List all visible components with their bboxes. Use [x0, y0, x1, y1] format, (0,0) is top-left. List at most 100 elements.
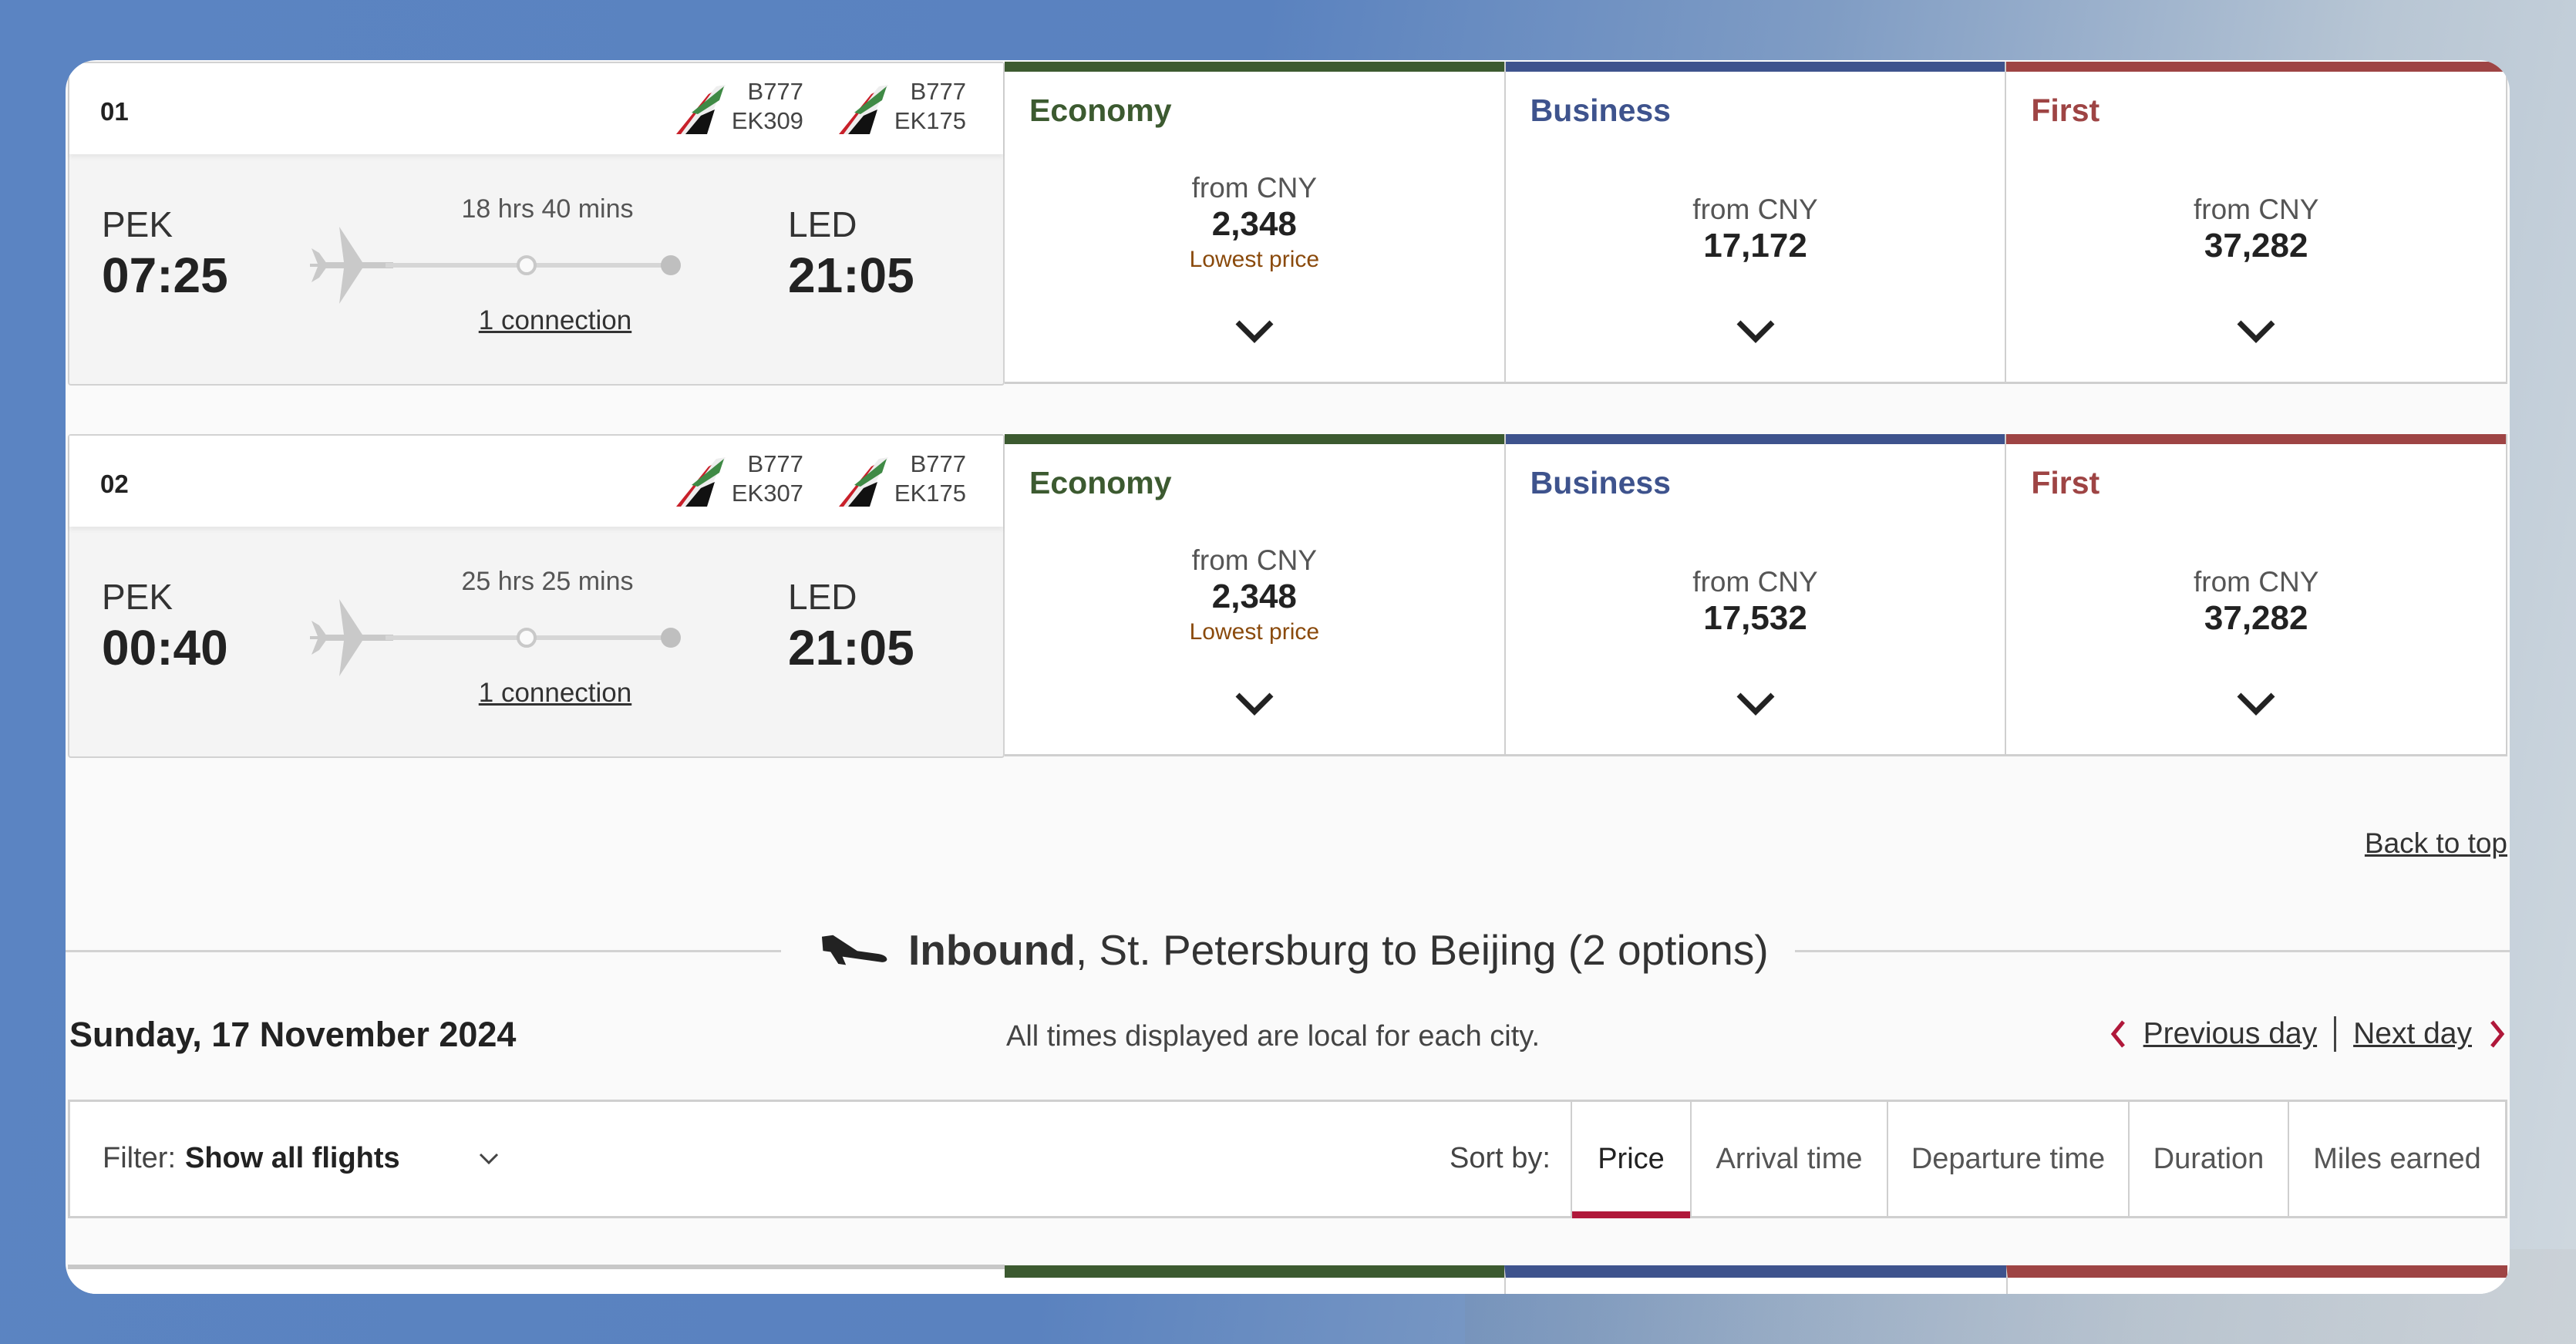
destination-airport: LED [788, 577, 857, 617]
connection-stop [517, 255, 537, 275]
departure-time: 07:25 [102, 248, 228, 303]
flight-segment: B777 EK307 [670, 450, 803, 508]
chevron-down-icon[interactable] [1734, 316, 1777, 344]
fare-options [1005, 1265, 2507, 1294]
fare-business[interactable]: Business from CNY 17,172 [1504, 62, 2005, 382]
emirates-tail-icon [838, 85, 888, 134]
flight-summary[interactable] [68, 1265, 1005, 1294]
lowest-price-badge: Lowest price [1189, 619, 1320, 645]
emirates-tail-icon [675, 457, 726, 507]
day-navigation: Previous day Next day [2110, 1016, 2506, 1052]
back-to-top-link[interactable]: Back to top [2365, 827, 2507, 860]
fare-class-label: Business [1530, 93, 1671, 128]
inbound-flight-option-partial[interactable] [68, 1265, 2507, 1294]
fare-price: 2,348 [1211, 205, 1297, 243]
from-currency: from CNY [1191, 172, 1318, 204]
fare-first[interactable]: First from CNY 37,282 [2005, 434, 2507, 754]
connection-link[interactable]: 1 connection [439, 305, 671, 336]
business-color-bar [1505, 434, 2005, 444]
fare-economy[interactable]: Economy from CNY 2,348 Lowest price [1005, 62, 1504, 382]
departure-time: 00:40 [102, 620, 228, 675]
flight-number: EK307 [731, 480, 803, 507]
sort-tab-price[interactable]: Price [1571, 1102, 1690, 1218]
sort-tab-miles-earned[interactable]: Miles earned [2288, 1102, 2505, 1216]
flight-number: EK309 [731, 107, 803, 134]
filter-dropdown[interactable]: Filter: Show all flights [103, 1142, 500, 1175]
chevron-right-icon[interactable] [2489, 1019, 2506, 1049]
route-timeline [310, 227, 681, 304]
fare-options: Economy from CNY 2,348 Lowest price Busi… [1005, 434, 2507, 756]
fare-economy[interactable] [1005, 1265, 1505, 1294]
plane-landing-icon [821, 935, 887, 965]
chevron-down-icon[interactable] [477, 1151, 500, 1167]
flight-option-02[interactable]: 02 B777 EK307 B777 EK175 PEK 00:40 25 hr… [68, 434, 2507, 760]
fare-economy[interactable]: Economy from CNY 2,348 Lowest price [1005, 434, 1504, 754]
arrival-time: 21:05 [788, 620, 914, 675]
route-timeline [310, 599, 681, 676]
fare-business[interactable] [1504, 1265, 2006, 1294]
aircraft-type: B777 [747, 450, 803, 477]
option-number: 02 [100, 470, 129, 498]
flight-summary-header: 02 B777 EK307 B777 EK175 [69, 436, 1003, 527]
origin-airport: PEK [102, 204, 173, 244]
emirates-tail-icon [838, 457, 888, 507]
separator [2334, 1016, 2337, 1052]
business-color-bar [1505, 62, 2005, 72]
chevron-down-icon[interactable] [1734, 689, 1777, 716]
chevron-down-icon[interactable] [1233, 316, 1276, 344]
aircraft-type: B777 [910, 450, 966, 477]
flight-summary[interactable]: 02 B777 EK307 B777 EK175 PEK 00:40 25 hr… [68, 434, 1005, 758]
flight-option-01[interactable]: 01 B777 EK309 B777 EK175 PEK 07:25 18 hr… [68, 62, 2507, 387]
filter-label: Filter: [103, 1142, 176, 1174]
sort-tabs: Price Arrival time Departure time Durati… [1571, 1102, 2505, 1218]
fare-class-label: Economy [1029, 465, 1172, 500]
flight-summary-header: 01 B777 EK309 B777 EK175 [69, 63, 1003, 154]
fare-class-label: First [2031, 465, 2100, 500]
inbound-date: Sunday, 17 November 2024 [69, 1015, 517, 1054]
flight-number: EK175 [894, 107, 966, 134]
next-day-link[interactable]: Next day [2353, 1017, 2472, 1051]
option-number: 01 [100, 97, 129, 126]
inbound-label: Inbound [908, 926, 1076, 974]
aircraft-type: B777 [910, 78, 966, 105]
sort-tab-departure-time[interactable]: Departure time [1887, 1102, 2128, 1216]
inbound-section-header: Inbound, St. Petersburg to Beijing (2 op… [66, 919, 2510, 981]
chevron-down-icon[interactable] [1233, 689, 1276, 716]
connection-link[interactable]: 1 connection [439, 678, 671, 709]
origin-airport: PEK [102, 577, 173, 617]
sort-tab-arrival-time[interactable]: Arrival time [1690, 1102, 1887, 1216]
fare-first[interactable] [2005, 1265, 2507, 1294]
from-currency: from CNY [2193, 566, 2319, 598]
flight-segments: B777 EK307 B777 EK175 [670, 450, 966, 508]
fare-price: 37,282 [2204, 599, 2308, 637]
fare-first[interactable]: First from CNY 37,282 [2005, 62, 2507, 382]
sort-tab-duration[interactable]: Duration [2128, 1102, 2288, 1216]
chevron-down-icon[interactable] [2234, 689, 2278, 716]
fare-options: Economy from CNY 2,348 Lowest price Busi… [1005, 62, 2507, 384]
economy-color-bar [1005, 434, 1504, 444]
first-color-bar [2006, 62, 2507, 72]
inbound-route: , St. Petersburg to Beijing (2 options) [1075, 926, 1769, 974]
fare-class-label: Economy [1029, 93, 1172, 128]
flight-segments: B777 EK309 B777 EK175 [670, 77, 966, 136]
economy-color-bar [1005, 62, 1504, 72]
flight-results-panel: 01 B777 EK309 B777 EK175 PEK 07:25 18 hr… [66, 60, 2510, 1294]
divider [66, 950, 781, 952]
from-currency: from CNY [1692, 566, 1818, 598]
flight-duration: 25 hrs 25 mins [461, 567, 634, 596]
fare-business[interactable]: Business from CNY 17,532 [1504, 434, 2005, 754]
chevron-left-icon[interactable] [2110, 1019, 2126, 1049]
chevron-down-icon[interactable] [2234, 316, 2278, 344]
destination-dot [661, 628, 681, 648]
fare-price: 37,282 [2204, 227, 2308, 264]
previous-day-link[interactable]: Previous day [2143, 1017, 2317, 1051]
local-times-note: All times displayed are local for each c… [1006, 1020, 1541, 1053]
flight-summary[interactable]: 01 B777 EK309 B777 EK175 PEK 07:25 18 hr… [68, 62, 1005, 386]
destination-dot [661, 255, 681, 275]
first-color-bar [2006, 434, 2507, 444]
connection-stop [517, 628, 537, 648]
flight-duration: 18 hrs 40 mins [461, 194, 634, 224]
fare-price: 2,348 [1211, 578, 1297, 615]
flight-segment: B777 EK309 [670, 77, 803, 136]
arrival-time: 21:05 [788, 248, 914, 303]
